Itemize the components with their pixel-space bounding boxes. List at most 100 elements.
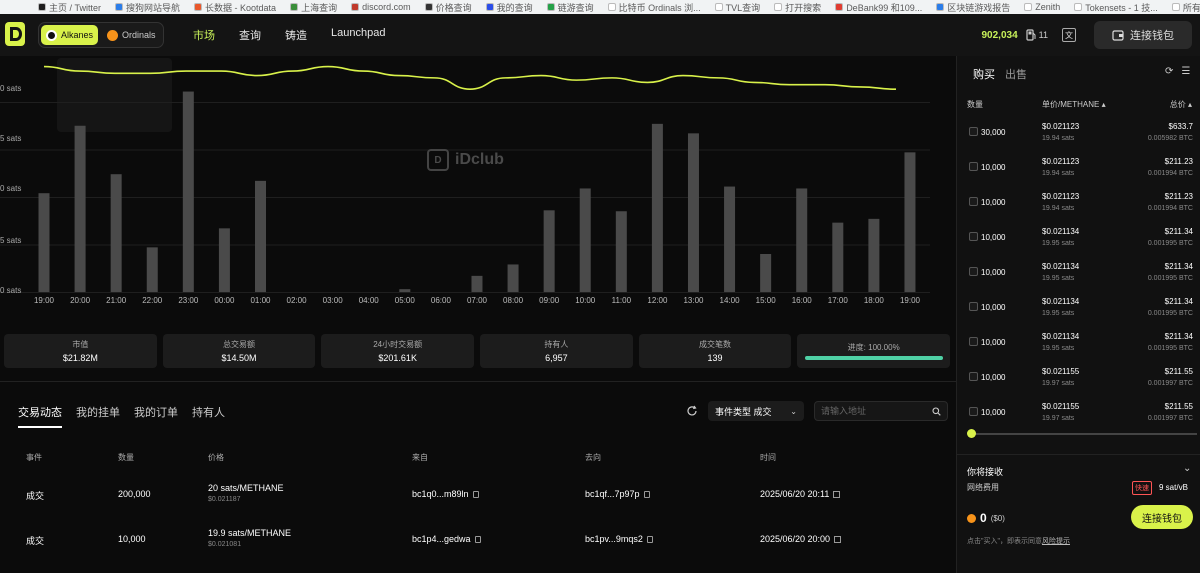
volume-bar[interactable] (74, 125, 86, 292)
bookmark-item[interactable]: 链游查询 (546, 1, 594, 14)
volume-bar[interactable] (724, 186, 736, 292)
row-from[interactable]: bc1p4...gedwa (412, 534, 471, 544)
chevron-down-icon[interactable]: ⌄ (1183, 463, 1191, 474)
order-checkbox[interactable] (969, 232, 978, 241)
volume-bar[interactable] (579, 188, 591, 292)
volume-bar[interactable] (507, 264, 519, 292)
row-to[interactable]: bc1qf...7p97p (585, 489, 640, 499)
order-checkbox[interactable] (969, 267, 978, 276)
bookmark-item[interactable]: DeBank99 和109... (835, 1, 922, 14)
bookmark-item[interactable]: 我的查询 (485, 1, 533, 14)
order-btc: 0.001995 BTC (1147, 345, 1193, 352)
nav-market[interactable]: 市场 (193, 27, 215, 43)
volume-bar[interactable] (687, 133, 699, 292)
order-sats: 19.97 sats (1042, 380, 1075, 387)
volume-bar[interactable] (796, 188, 808, 292)
order-checkbox[interactable] (969, 337, 978, 346)
risk-link[interactable]: 风险提示 (1042, 538, 1070, 545)
copy-icon[interactable] (474, 536, 481, 544)
volume-bar[interactable] (110, 174, 122, 292)
bookmark-item[interactable]: Tokensets - 1 技... (1074, 1, 1158, 14)
bookmark-item[interactable]: 搜狗网站导航 (115, 1, 180, 14)
order-row[interactable]: 10,000 $0.021134 19.95 sats $211.34 0.001995… (957, 293, 1200, 323)
search-icon[interactable] (932, 406, 941, 416)
volume-bar[interactable] (904, 152, 916, 292)
tab-sell[interactable]: 出售 (1005, 66, 1027, 82)
volume-bar[interactable] (832, 222, 844, 292)
tab-my-listings[interactable]: 我的挂单 (76, 404, 120, 428)
row-to[interactable]: bc1pv...9mqs2 (585, 534, 643, 544)
bookmark-item[interactable]: 长数据 - Kootdata (194, 1, 276, 14)
volume-bar[interactable] (182, 91, 194, 292)
bookmark-item[interactable]: 比特币 Ordinals 浏... (607, 1, 701, 14)
tab-buy[interactable]: 购买 (973, 66, 995, 82)
fee-rate[interactable]: 9 sat/vB (1159, 483, 1188, 492)
refresh-icon[interactable] (686, 405, 698, 417)
col-to: 去向 (585, 453, 601, 462)
bookmark-item[interactable]: 主页 / Twitter (38, 1, 101, 14)
copy-icon[interactable] (646, 536, 653, 544)
x-tick-label: 11:00 (611, 296, 632, 305)
volume-bar[interactable] (760, 254, 772, 292)
nav-launchpad[interactable]: Launchpad (331, 27, 385, 43)
order-row[interactable]: 10,000 $0.021134 19.95 sats $211.34 0.001995… (957, 258, 1200, 288)
volume-bar[interactable] (615, 211, 627, 292)
connect-wallet-button[interactable]: 连接钱包 (1094, 21, 1192, 49)
chain-alkanes-button[interactable]: Alkanes (41, 25, 99, 45)
order-checkbox[interactable] (969, 162, 978, 171)
bookmark-item[interactable]: discord.com (351, 2, 411, 12)
order-checkbox[interactable] (969, 197, 978, 206)
connect-wallet-buy-button[interactable]: 连接钱包 (1131, 505, 1193, 529)
order-row[interactable]: 10,000 $0.021155 19.97 sats $211.55 0.001997… (957, 398, 1200, 428)
volume-bar[interactable] (543, 210, 555, 292)
tab-holders[interactable]: 持有人 (192, 404, 225, 428)
fee-speed-badge[interactable]: 快速 (1132, 481, 1152, 495)
bookmark-item[interactable]: 上海查询 (290, 1, 337, 14)
nav-mint[interactable]: 铸造 (285, 27, 307, 43)
copy-icon[interactable] (472, 491, 479, 499)
bookmark-item[interactable]: 区块链游戏报告 (936, 1, 1010, 14)
order-checkbox[interactable] (969, 407, 978, 416)
volume-bar[interactable] (218, 228, 230, 292)
order-checkbox[interactable] (969, 372, 978, 381)
bookmark-item[interactable]: 所有书签 (1171, 1, 1200, 14)
bookmark-item[interactable]: TVL查询 (714, 1, 760, 14)
bookmark-item[interactable]: 打开搜索 (774, 1, 821, 14)
volume-bar[interactable] (399, 289, 411, 292)
volume-bar[interactable] (471, 275, 483, 292)
col-total[interactable]: 总价 ▴ (1170, 99, 1192, 110)
order-checkbox[interactable] (969, 127, 978, 136)
idclub-logo-icon[interactable] (4, 21, 26, 47)
col-qty: 数量 (967, 100, 983, 109)
order-checkbox[interactable] (969, 302, 978, 311)
quantity-slider-handle[interactable] (967, 429, 976, 438)
order-row[interactable]: 10,000 $0.021155 19.97 sats $211.55 0.001997… (957, 363, 1200, 393)
bookmark-item[interactable]: 价格查询 (424, 1, 472, 14)
order-row[interactable]: 10,000 $0.021123 19.94 sats $211.23 0.001994… (957, 153, 1200, 183)
row-from[interactable]: bc1q0...m89ln (412, 489, 469, 499)
tab-trade-activity[interactable]: 交易动态 (18, 404, 62, 428)
volume-bar[interactable] (868, 218, 880, 292)
nav-query[interactable]: 查询 (239, 27, 261, 43)
filter-icon[interactable]: ☰ (1181, 66, 1190, 77)
bookmark-item[interactable]: Zenith (1024, 2, 1060, 12)
order-row[interactable]: 10,000 $0.021123 19.94 sats $211.23 0.001994… (957, 188, 1200, 218)
volume-bar[interactable] (651, 123, 663, 292)
chain-ordinals-button[interactable]: Ordinals (102, 25, 161, 45)
external-link-icon[interactable] (834, 536, 842, 544)
order-row[interactable]: 10,000 $0.021134 19.95 sats $211.34 0.001995… (957, 223, 1200, 253)
volume-bar[interactable] (146, 247, 158, 292)
language-icon[interactable]: 文 (1062, 28, 1076, 42)
tab-my-orders[interactable]: 我的订单 (134, 404, 178, 428)
copy-icon[interactable] (643, 491, 650, 499)
volume-bar[interactable] (38, 193, 50, 292)
quantity-slider-track[interactable] (971, 433, 1197, 435)
event-type-select[interactable]: 事件类型 成交 ⌄ (708, 401, 804, 421)
order-row[interactable]: 10,000 $0.021134 19.95 sats $211.34 0.001995… (957, 328, 1200, 358)
external-link-icon[interactable] (833, 491, 841, 499)
address-search-input[interactable] (821, 406, 921, 416)
volume-bar[interactable] (254, 180, 266, 292)
col-unit-price[interactable]: 单价/METHANE ▴ (1042, 99, 1106, 110)
refresh-icon[interactable]: ⟳ (1165, 66, 1173, 77)
order-row[interactable]: 30,000 $0.021123 19.94 sats $633.7 0.005982 … (957, 118, 1200, 148)
